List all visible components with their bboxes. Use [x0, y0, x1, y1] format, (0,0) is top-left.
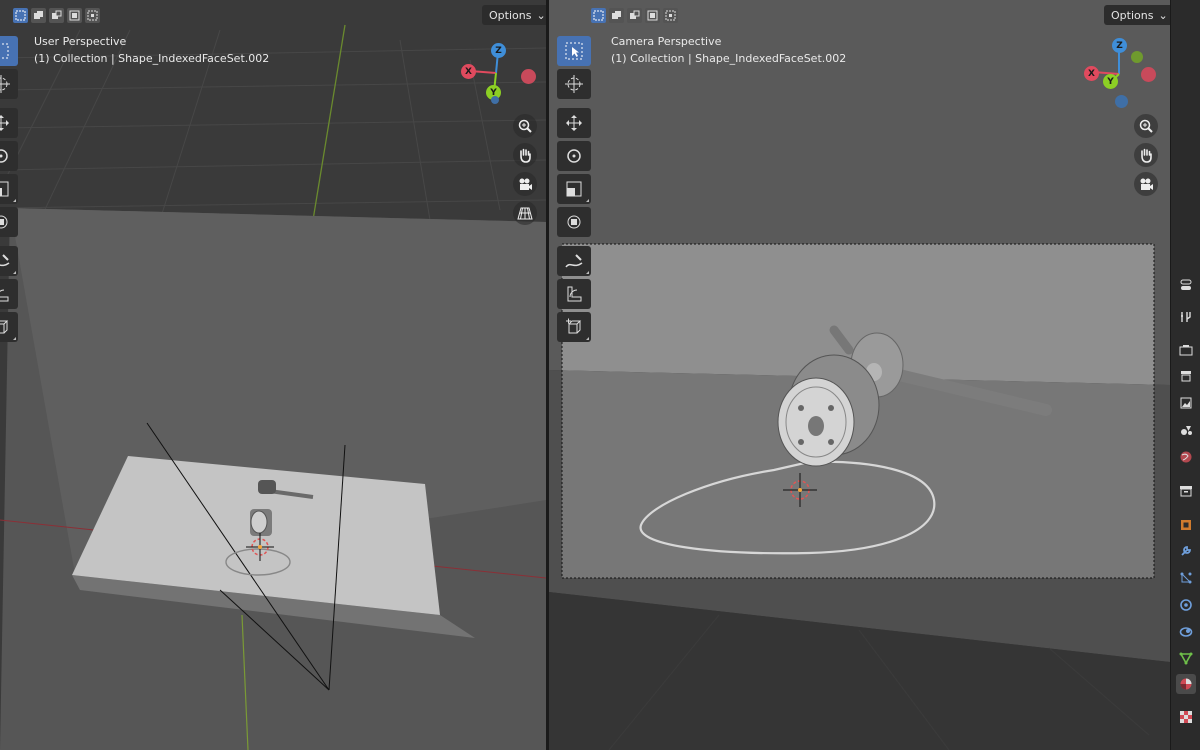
camera-view-icon[interactable] [513, 172, 537, 196]
camera-view-icon[interactable] [1134, 172, 1158, 196]
select-subtract-icon[interactable] [49, 7, 64, 23]
options-dropdown[interactable]: Options ⌄ [482, 5, 546, 25]
select-intersect-icon[interactable] [663, 7, 678, 23]
scale-icon[interactable] [557, 174, 591, 204]
transform-icon[interactable] [557, 207, 591, 237]
output-icon[interactable] [1176, 340, 1196, 360]
options-label: Options [489, 8, 532, 22]
constraint-vertex-icon[interactable] [1176, 648, 1196, 668]
rotate-icon[interactable] [0, 141, 18, 171]
world-icon[interactable] [1176, 420, 1196, 440]
texture-icon[interactable] [1176, 707, 1196, 727]
select-extend-icon[interactable] [609, 7, 624, 23]
modifier-icon[interactable] [1176, 515, 1196, 535]
material-icon[interactable] [1176, 674, 1196, 694]
navigation-gizmo[interactable]: Z X Y [460, 40, 540, 105]
scene-render-right[interactable] [549, 0, 1170, 750]
select-box-icon[interactable] [557, 36, 591, 66]
measure-icon[interactable] [0, 279, 18, 309]
x-axis-icon[interactable]: X [1084, 66, 1099, 81]
zoom-icon[interactable] [513, 114, 537, 138]
measure-icon[interactable] [557, 279, 591, 309]
view-name: User Perspective [34, 35, 127, 48]
tool-shelf [557, 36, 591, 345]
add-cube-icon[interactable] [557, 312, 591, 342]
z-axis-icon[interactable]: Z [1112, 38, 1127, 53]
collection-info: (1) Collection | Shape_IndexedFaceSet.00… [611, 52, 847, 65]
select-new-icon[interactable] [13, 7, 28, 23]
add-cube-icon[interactable] [0, 312, 18, 342]
data-icon[interactable] [1176, 622, 1196, 642]
scale-icon[interactable] [0, 174, 18, 204]
x-axis-icon[interactable]: X [461, 64, 476, 79]
selection-mode-group [591, 4, 681, 26]
selection-mode-group [13, 4, 103, 26]
scene-icon[interactable] [1176, 393, 1196, 413]
collection-icon[interactable] [1176, 447, 1196, 467]
select-box-icon[interactable] [0, 36, 18, 66]
select-invert-icon[interactable] [67, 7, 82, 23]
scene-render-left[interactable] [0, 0, 546, 750]
pan-hand-icon[interactable] [513, 143, 537, 167]
select-invert-icon[interactable] [645, 7, 660, 23]
z-axis-icon[interactable]: Z [491, 43, 506, 58]
neg-z-axis-icon[interactable] [491, 96, 499, 104]
rotate-icon[interactable] [557, 141, 591, 171]
zoom-icon[interactable] [1134, 114, 1158, 138]
navigation-gizmo[interactable]: Z X Y [1081, 36, 1161, 111]
view-name: Camera Perspective [611, 35, 722, 48]
annotate-icon[interactable] [0, 246, 18, 276]
view-info: User Perspective (1) Collection | Shape_… [34, 33, 269, 67]
viewport-user-perspective[interactable]: Options ⌄ User Perspective (1) Collectio… [0, 0, 546, 750]
chevron-down-icon: ⌄ [1158, 8, 1168, 22]
neg-x-axis-icon[interactable] [1141, 67, 1156, 82]
select-extend-icon[interactable] [31, 7, 46, 23]
physics-icon[interactable] [1176, 568, 1196, 588]
move-icon[interactable] [557, 108, 591, 138]
view-info: Camera Perspective (1) Collection | Shap… [611, 33, 846, 67]
tool-shelf [0, 36, 18, 345]
properties-tab-strip [1170, 0, 1200, 750]
cursor-icon[interactable] [0, 69, 18, 99]
cursor-icon[interactable] [557, 69, 591, 99]
select-intersect-icon[interactable] [85, 7, 100, 23]
select-new-icon[interactable] [591, 7, 606, 23]
neg-z-axis-icon[interactable] [1115, 95, 1128, 108]
options-label: Options [1111, 8, 1154, 22]
tool-icon[interactable] [1176, 275, 1196, 295]
neg-x-axis-icon[interactable] [521, 69, 536, 84]
transform-icon[interactable] [0, 207, 18, 237]
perspective-grid-icon[interactable] [513, 201, 537, 225]
viewport-camera-perspective[interactable]: Options ⌄ Camera Perspective (1) Collect… [549, 0, 1170, 750]
collection-info: (1) Collection | Shape_IndexedFaceSet.00… [34, 52, 270, 65]
neg-y-axis-icon[interactable] [1131, 51, 1143, 63]
options-dropdown[interactable]: Options ⌄ [1104, 5, 1170, 25]
view-layer-icon[interactable] [1176, 366, 1196, 386]
constraints-icon[interactable] [1176, 595, 1196, 615]
chevron-down-icon: ⌄ [536, 8, 546, 22]
select-subtract-icon[interactable] [627, 7, 642, 23]
annotate-icon[interactable] [557, 246, 591, 276]
render-icon[interactable] [1176, 307, 1196, 327]
y-axis-icon[interactable]: Y [1103, 74, 1118, 89]
object-icon[interactable] [1176, 481, 1196, 501]
move-icon[interactable] [0, 108, 18, 138]
pan-hand-icon[interactable] [1134, 143, 1158, 167]
particles-icon[interactable] [1176, 541, 1196, 561]
